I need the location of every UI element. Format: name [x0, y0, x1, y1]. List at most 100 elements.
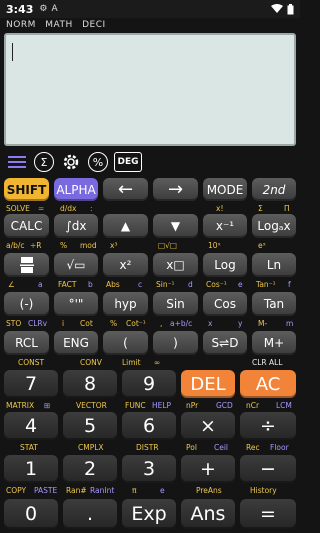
sub-pol: Pol	[186, 443, 197, 452]
second-function-button[interactable]: 2nd	[252, 178, 296, 201]
digit-0-button[interactable]: 0	[4, 499, 58, 529]
sub-matrix: MATRIX	[6, 401, 35, 410]
eng-button[interactable]: ENG	[54, 331, 98, 355]
mode-button[interactable]: MODE	[203, 178, 247, 201]
digit-3-button[interactable]: 3	[122, 455, 176, 483]
cos-button[interactable]: Cos	[203, 292, 247, 316]
sub-var-m: m	[286, 319, 294, 328]
sub-help: HELP	[152, 401, 172, 410]
multiply-button[interactable]: ×	[181, 412, 235, 440]
minus-button[interactable]: −	[240, 455, 296, 483]
sub-var-x: x	[208, 319, 213, 328]
digit-8-button[interactable]: 8	[63, 370, 117, 398]
sub-cube: x³	[110, 241, 118, 250]
power-button[interactable]: x□	[153, 253, 198, 277]
sub-comma: ,	[160, 319, 163, 328]
sub-euler: e	[160, 486, 165, 495]
cursor-up-button[interactable]: ▲	[103, 214, 148, 238]
right-paren-button[interactable]: )	[153, 331, 198, 355]
sub-fraction-form: a+b/c	[170, 319, 193, 328]
sub-lcm: LCM	[276, 401, 292, 410]
sub-const: CONST	[18, 358, 45, 367]
alpha-button[interactable]: ALPHA	[54, 178, 98, 201]
sub-var-y: y	[238, 319, 243, 328]
sub-var-b: b	[88, 280, 93, 289]
sub-var-a: a	[38, 280, 43, 289]
cursor-down-button[interactable]: ▼	[153, 214, 198, 238]
sub-ceil: Ceil	[214, 443, 229, 452]
integral-button[interactable]: ∫dx	[54, 214, 98, 238]
sub-mixed-fraction: a/b/c	[6, 241, 25, 250]
sub-stat: STAT	[20, 443, 38, 452]
sub-gcd: GCD	[216, 401, 233, 410]
exp-button[interactable]: Exp	[122, 499, 176, 529]
recall-button[interactable]: RCL	[4, 331, 49, 355]
shift-button[interactable]: SHIFT	[4, 178, 49, 201]
sub-matrix-icon: ⊞	[44, 401, 51, 410]
tan-button[interactable]: Tan	[252, 292, 296, 316]
square-button[interactable]: x²	[103, 253, 148, 277]
ln-button[interactable]: Ln	[252, 253, 296, 277]
digit-4-button[interactable]: 4	[4, 412, 58, 440]
delete-button[interactable]: DEL	[181, 370, 235, 398]
fraction-button[interactable]	[4, 253, 49, 277]
negative-button[interactable]: (-)	[4, 292, 49, 316]
ans-button[interactable]: Ans	[181, 499, 235, 529]
plus-button[interactable]: +	[181, 455, 235, 483]
decimal-point-button[interactable]: .	[63, 499, 117, 529]
sub-distr: DISTR	[136, 443, 159, 452]
hyp-button[interactable]: hyp	[103, 292, 148, 316]
sub-product: Π	[284, 204, 290, 213]
digit-9-button[interactable]: 9	[122, 370, 176, 398]
all-clear-button[interactable]: AC	[240, 370, 296, 398]
cursor-right-button[interactable]: →	[153, 178, 198, 201]
divide-button[interactable]: ÷	[240, 412, 296, 440]
sub-mod: mod	[80, 241, 97, 250]
sub-acot: Cot⁻¹	[126, 319, 146, 328]
digit-2-button[interactable]: 2	[63, 455, 117, 483]
sub-cot: Cot	[80, 319, 93, 328]
equals-button[interactable]: =	[240, 499, 296, 529]
sub-ran: Ran#	[66, 486, 87, 495]
sub-paste: PASTE	[34, 486, 58, 495]
calc-button[interactable]: CALC	[4, 214, 49, 238]
inverse-button[interactable]: x⁻¹	[203, 214, 247, 238]
fraction-icon	[19, 257, 34, 273]
sub-mminus: M-	[258, 319, 268, 328]
sub-clrv: CLRv	[28, 319, 48, 328]
sd-toggle-button[interactable]: S⇌D	[203, 331, 247, 355]
sub-ddx: d/dx	[60, 204, 77, 213]
left-paren-button[interactable]: (	[103, 331, 148, 355]
sub-ten-power: 10ˣ	[208, 241, 221, 250]
digit-5-button[interactable]: 5	[63, 412, 117, 440]
digit-7-button[interactable]: 7	[4, 370, 58, 398]
sub-asin: Sin⁻¹	[156, 280, 175, 289]
sub-sum: Σ	[258, 204, 263, 213]
sub-solve: SOLVE	[6, 204, 30, 213]
cursor-left-button[interactable]: ←	[103, 178, 148, 201]
sub-rec: Rec	[246, 443, 260, 452]
sub-factorial: x!	[216, 204, 224, 213]
sub-atan: Tan⁻¹	[256, 280, 276, 289]
sin-button[interactable]: Sin	[153, 292, 198, 316]
sub-limit: Limit	[122, 358, 141, 367]
sub-equals: =	[38, 204, 45, 213]
sub-conv: CONV	[80, 358, 102, 367]
sub-var-c: c	[138, 280, 143, 289]
log-button[interactable]: Log	[203, 253, 247, 277]
digit-6-button[interactable]: 6	[122, 412, 176, 440]
memory-plus-button[interactable]: M+	[252, 331, 296, 355]
sqrt-button[interactable]: √▭	[54, 253, 98, 277]
sub-cmplx: CMPLX	[78, 443, 104, 452]
sub-fact: FACT	[58, 280, 77, 289]
sub-nth-root: □√□	[158, 241, 177, 250]
sub-abs: Abs	[106, 280, 120, 289]
dms-button[interactable]: °'"	[54, 292, 98, 316]
sub-npr: nPr	[186, 401, 199, 410]
keypad: SHIFT ALPHA ← → MODE 2nd SOLVE = d/dx : …	[0, 0, 300, 533]
sub-ranint: RanInt	[90, 486, 115, 495]
sub-func: FUNC	[125, 401, 146, 410]
digit-1-button[interactable]: 1	[4, 455, 58, 483]
sub-acos: Cos⁻¹	[206, 280, 227, 289]
log-base-button[interactable]: Logₐx	[252, 214, 296, 238]
